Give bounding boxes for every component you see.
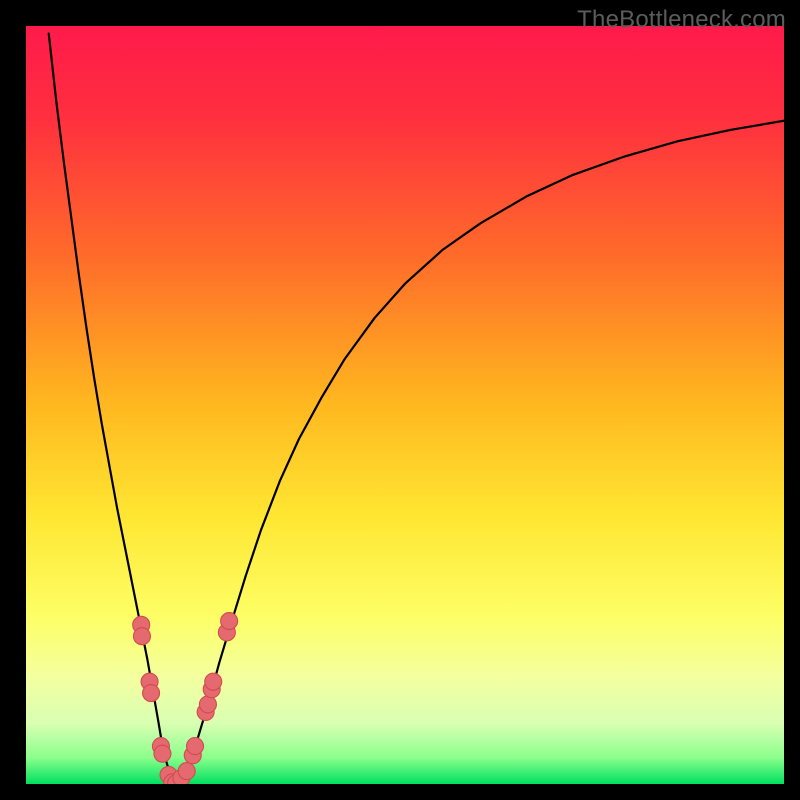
data-marker [187,738,204,755]
bottleneck-curve-chart [26,26,784,784]
gradient-background [26,26,784,784]
data-marker [154,745,171,762]
plot-area [26,26,784,784]
data-marker [178,763,195,780]
data-marker [143,685,160,702]
data-marker [199,696,216,713]
data-marker [221,613,238,630]
figure-root: TheBottleneck.com [0,0,800,800]
data-marker [133,628,150,645]
data-marker [205,673,222,690]
